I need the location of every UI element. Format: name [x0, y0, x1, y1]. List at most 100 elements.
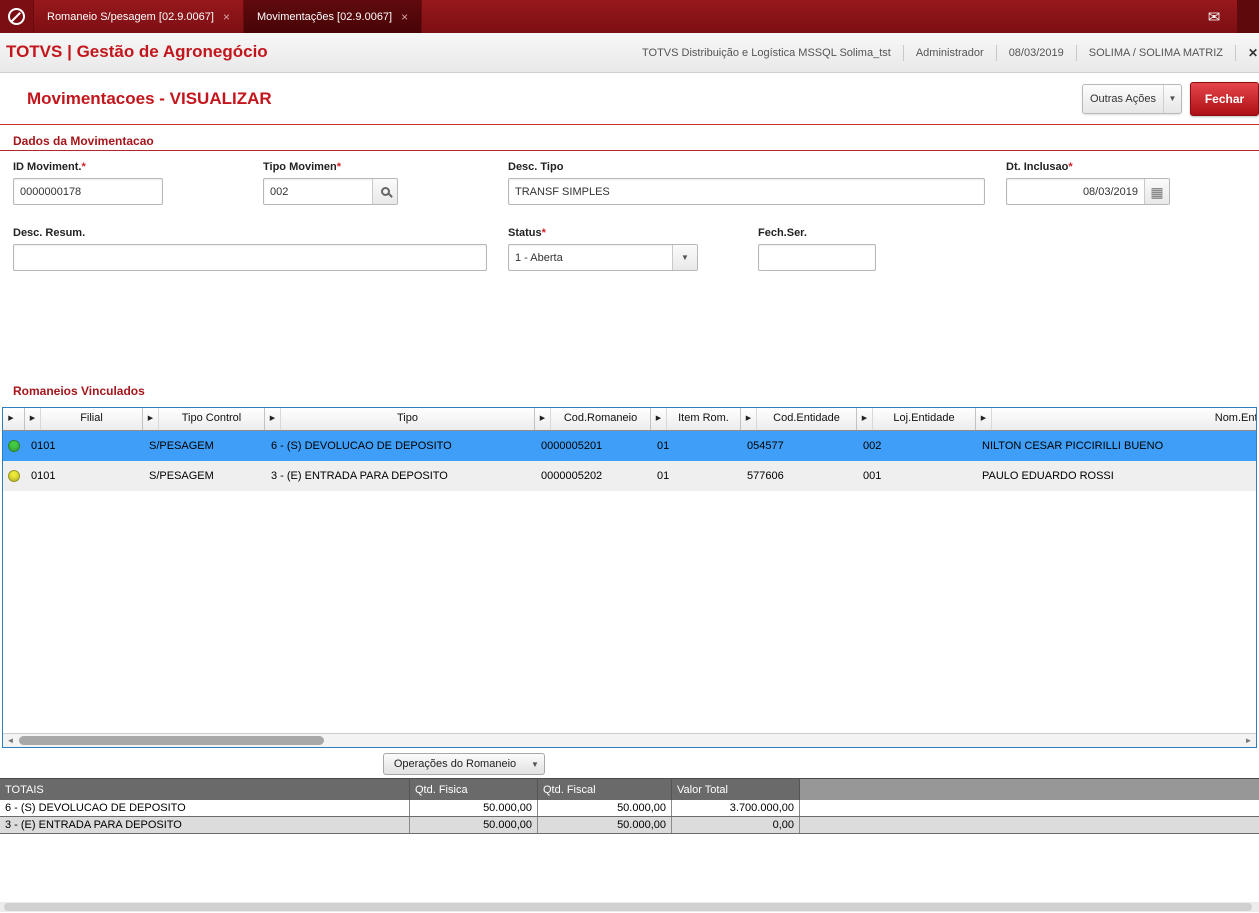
- app-header: TOTVS | Gestão de Agronegócio TOTVS Dist…: [0, 33, 1259, 73]
- totals-cell-qtd-fiscal: 50.000,00: [538, 800, 672, 816]
- outras-acoes-label: Outras Ações: [1089, 93, 1157, 105]
- protheus-logo-icon: [8, 8, 25, 25]
- tipo-movimen-input[interactable]: [264, 179, 372, 204]
- sort-arrow-icon: ▶: [857, 408, 873, 430]
- status-label: Status*: [508, 227, 546, 239]
- tab-romaneio-spesagem[interactable]: Romaneio S/pesagem [02.9.0067] ×: [34, 0, 244, 33]
- id-moviment-label: ID Moviment.*: [13, 161, 86, 173]
- page-scrollbar-thumb[interactable]: [4, 903, 1252, 911]
- mail-glyph: ✉: [1207, 8, 1221, 26]
- status-select-wrap: ▼: [508, 244, 698, 271]
- search-icon: [380, 187, 390, 196]
- totals-cell-qtd-fiscal: 50.000,00: [538, 817, 672, 833]
- cell-tipo: 6 - (S) DEVOLUCAO DE DEPOSITO: [271, 440, 452, 452]
- grid-header-tipo[interactable]: ▶ Tipo: [265, 408, 535, 430]
- tab-close-icon[interactable]: ×: [223, 11, 230, 23]
- desc-tipo-label: Desc. Tipo: [508, 161, 564, 173]
- desc-tipo-field-wrap: [508, 178, 985, 205]
- tab-close-icon[interactable]: ×: [401, 11, 408, 23]
- sort-arrow-icon: ▶: [976, 408, 992, 430]
- cell-cod-entidade: 577606: [747, 470, 784, 482]
- outras-acoes-button[interactable]: Outras Ações ▼: [1082, 84, 1182, 114]
- desc-tipo-input[interactable]: [509, 179, 984, 204]
- page-horizontal-scrollbar[interactable]: [0, 902, 1259, 912]
- mail-icon[interactable]: ✉: [1191, 0, 1237, 33]
- totals-table: TOTAIS Qtd. Fisica Qtd. Fiscal Valor Tot…: [0, 778, 1259, 834]
- grid-horizontal-scrollbar[interactable]: ◄ ►: [3, 733, 1256, 747]
- brand-title: TOTVS | Gestão de Agronegócio: [6, 42, 268, 61]
- tipo-movimen-field-wrap: [263, 178, 398, 205]
- cell-cod-romaneio: 0000005201: [541, 440, 603, 452]
- page-title-bar: Movimentacoes - VISUALIZAR Outras Ações …: [0, 73, 1259, 125]
- grid-header-item-rom[interactable]: ▶ Item Rom.: [651, 408, 741, 430]
- page-title: Movimentacoes - VISUALIZAR: [27, 89, 272, 108]
- grid-header-tipo-control[interactable]: ▶ Tipo Control: [143, 408, 265, 430]
- totals-cell-valor-total: 0,00: [672, 817, 800, 833]
- status-select[interactable]: [509, 245, 672, 270]
- desc-resum-input[interactable]: [14, 245, 486, 270]
- totals-cell-label: 6 - (S) DEVOLUCAO DE DEPOSITO: [0, 800, 410, 816]
- grid-header-filial[interactable]: ▶ Filial: [25, 408, 143, 430]
- section-title-romaneios: Romaneios Vinculados: [13, 384, 145, 398]
- cell-nom-entidade: PAULO EDUARDO ROSSI: [982, 470, 1114, 482]
- totals-cell-qtd-fisica: 50.000,00: [410, 817, 538, 833]
- cell-item-rom: 01: [657, 470, 670, 482]
- dt-inclusao-calendar-button[interactable]: ▦: [1144, 179, 1169, 204]
- totals-header-totais: TOTAIS: [0, 779, 410, 800]
- chevron-down-icon: ▼: [1163, 85, 1181, 113]
- scroll-right-icon[interactable]: ►: [1241, 736, 1256, 745]
- totals-header-valor-total: Valor Total: [672, 779, 800, 800]
- id-moviment-field-wrap: [13, 178, 163, 205]
- grid-header-cod-entidade[interactable]: ▶ Cod.Entidade: [741, 408, 857, 430]
- cell-loj-entidade: 002: [863, 440, 882, 452]
- grid-header-loj-entidade[interactable]: ▶ Loj.Entidade: [857, 408, 976, 430]
- totals-cell-label: 3 - (E) ENTRADA PARA DEPOSITO: [0, 817, 410, 833]
- desc-resum-label: Desc. Resum.: [13, 227, 86, 239]
- calendar-icon: ▦: [1150, 183, 1164, 200]
- exit-button[interactable]: ✕ Exit: [1235, 44, 1259, 61]
- company-label: SOLIMA / SOLIMA MATRIZ: [1075, 44, 1235, 61]
- app-window: Romaneio S/pesagem [02.9.0067] × Movimen…: [0, 0, 1259, 913]
- fech-ser-input[interactable]: [759, 245, 875, 270]
- header-right-group: TOTVS Distribuição e Logística MSSQL Sol…: [630, 33, 1259, 72]
- fechar-button[interactable]: Fechar: [1190, 82, 1259, 116]
- tab-movimentacoes[interactable]: Movimentações [02.9.0067] ×: [243, 0, 423, 33]
- totals-cell-filler: [800, 817, 1259, 833]
- totals-cell-filler: [800, 800, 1259, 816]
- grid-header-row: ▶ ▶ Filial ▶ Tipo Control ▶ Tipo ▶ Cod.R…: [3, 408, 1256, 431]
- cell-cod-romaneio: 0000005202: [541, 470, 603, 482]
- grid-header-cod-romaneio[interactable]: ▶ Cod.Romaneio: [535, 408, 651, 430]
- sort-arrow-icon: ▶: [8, 415, 14, 422]
- cell-item-rom: 01: [657, 440, 670, 452]
- cell-loj-entidade: 001: [863, 470, 882, 482]
- id-moviment-input[interactable]: [14, 179, 162, 204]
- cell-nom-entidade: NILTON CESAR PICCIRILLI BUENO: [982, 440, 1164, 452]
- scrollbar-thumb[interactable]: [19, 736, 324, 745]
- tab-label: Movimentações [02.9.0067]: [256, 10, 393, 23]
- grid-row-2[interactable]: 0101 S/PESAGEM 3 - (E) ENTRADA PARA DEPO…: [3, 461, 1256, 491]
- grid-row-1[interactable]: 0101 S/PESAGEM 6 - (S) DEVOLUCAO DE DEPO…: [3, 431, 1256, 461]
- row-marker-cell: [3, 440, 25, 452]
- tipo-movimen-lookup-button[interactable]: [372, 179, 397, 204]
- cell-filial: 0101: [31, 470, 56, 482]
- sort-arrow-icon: ▶: [143, 408, 159, 430]
- topbar-edge-segment: [1237, 0, 1259, 33]
- protheus-menu-button[interactable]: [0, 0, 34, 33]
- tipo-movimen-label: Tipo Movimen*: [263, 161, 342, 173]
- operacoes-romaneio-button[interactable]: Operações do Romaneio ▼: [383, 753, 545, 775]
- cell-filial: 0101: [31, 440, 56, 452]
- operacoes-romaneio-label: Operações do Romaneio: [393, 758, 517, 770]
- desc-resum-field-wrap: [13, 244, 487, 271]
- sort-arrow-icon: ▶: [651, 408, 667, 430]
- grid-header-marker[interactable]: ▶: [3, 408, 25, 430]
- scroll-left-icon[interactable]: ◄: [3, 736, 18, 745]
- fech-ser-label: Fech.Ser.: [758, 227, 807, 239]
- dt-inclusao-input[interactable]: [1007, 179, 1144, 204]
- totals-header-qtd-fiscal: Qtd. Fiscal: [538, 779, 672, 800]
- status-dropdown-button[interactable]: ▼: [672, 245, 697, 270]
- grid-header-nom-entidade[interactable]: ▶ Nom.Entida: [976, 408, 1256, 430]
- section-title-dados: Dados da Movimentacao: [13, 134, 154, 148]
- cell-tipo-control: S/PESAGEM: [149, 440, 214, 452]
- romaneios-grid: ▶ ▶ Filial ▶ Tipo Control ▶ Tipo ▶ Cod.R…: [2, 407, 1257, 748]
- status-dot-green: [8, 440, 20, 452]
